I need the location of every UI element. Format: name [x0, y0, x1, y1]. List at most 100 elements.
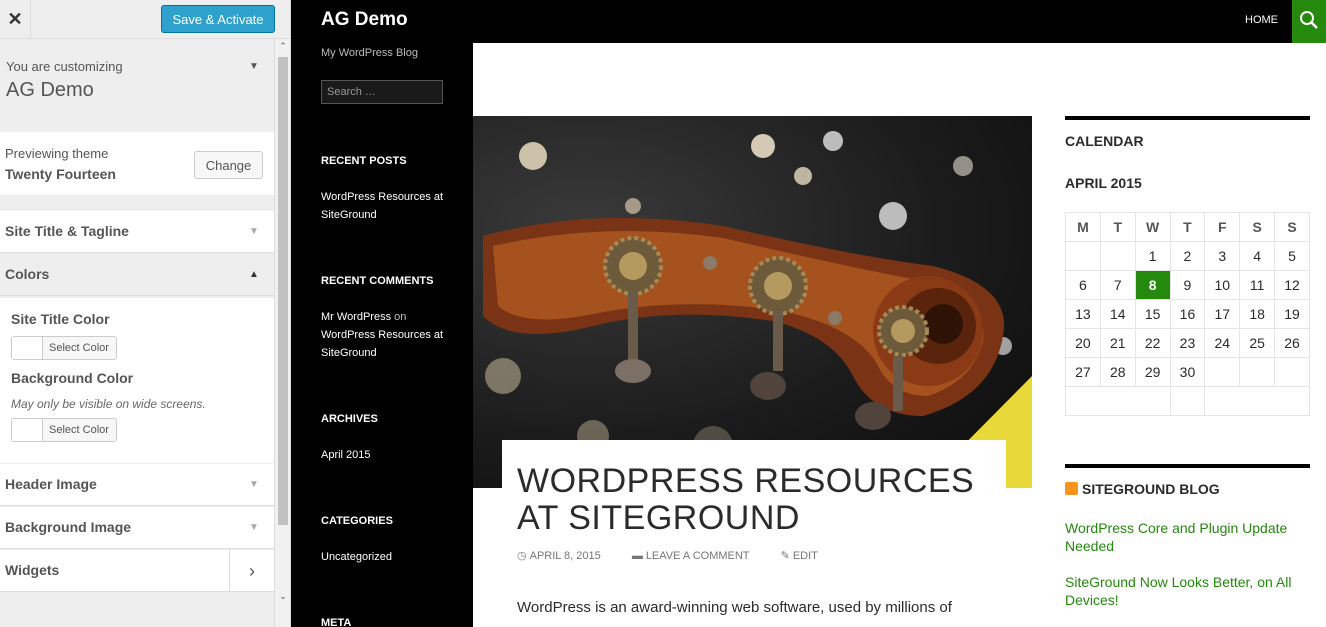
calendar-day: 29	[1134, 357, 1171, 387]
background-color-description: May only be visible on wide screens.	[11, 397, 206, 411]
recent-post-link[interactable]: WordPress Resources at SiteGround	[321, 188, 451, 224]
color-swatch	[12, 419, 43, 441]
rss-icon[interactable]	[1065, 482, 1078, 495]
comment-on-label: on	[394, 311, 407, 323]
caret-down-icon: ▼	[249, 479, 259, 490]
scrollbar-thumb[interactable]	[278, 57, 288, 525]
customizing-label: You are customizing	[6, 59, 123, 74]
calendar-day: 12	[1274, 270, 1310, 300]
change-theme-button[interactable]: Change	[194, 151, 263, 179]
caret-down-icon[interactable]: ▼	[249, 61, 259, 72]
calendar-week-row: 6 7 8 9 10 11 12	[1065, 270, 1310, 300]
weekday-cell: T	[1169, 212, 1206, 242]
section-background-image[interactable]: Background Image ▼	[0, 507, 274, 549]
calendar-day: 21	[1099, 328, 1136, 358]
calendar-day	[1239, 357, 1276, 387]
calendar-week-row: 1 2 3 4 5	[1065, 241, 1310, 271]
calendar-day: 1	[1134, 241, 1171, 271]
site-sidebar: AG Demo My WordPress Blog Search … RECEN…	[291, 0, 473, 627]
section-widgets[interactable]: Widgets ›	[0, 550, 274, 592]
archive-link[interactable]: April 2015	[321, 446, 451, 464]
theme-name: Twenty Fourteen	[5, 166, 116, 182]
scroll-up-icon[interactable]: ⌃	[278, 41, 288, 52]
caret-up-icon: ▲	[249, 269, 259, 280]
calendar-day	[1274, 357, 1310, 387]
calendar-day: 18	[1239, 299, 1276, 329]
calendar-widget-title: CALENDAR	[1065, 133, 1144, 149]
nav-home-link[interactable]: HOME	[1245, 14, 1278, 26]
customizer-header: ✕ Save & Activate	[0, 0, 290, 39]
calendar-day: 22	[1134, 328, 1171, 358]
section-label: Site Title & Tagline	[5, 223, 129, 239]
calendar-day: 20	[1065, 328, 1101, 358]
post-title[interactable]: WORDPRESS RESOURCES AT SITEGROUND	[517, 463, 987, 537]
archives-title: ARCHIVES	[321, 413, 378, 425]
save-activate-button[interactable]: Save & Activate	[161, 5, 275, 33]
calendar-day: 19	[1274, 299, 1310, 329]
sidebar-search-input[interactable]: Search …	[321, 80, 443, 104]
calendar-day: 3	[1204, 241, 1241, 271]
section-site-title-tagline[interactable]: Site Title & Tagline ▼	[0, 211, 274, 253]
comment-author-link[interactable]: Mr WordPress	[321, 311, 391, 323]
calendar-pad-cell	[1169, 386, 1206, 416]
widget-divider	[1065, 116, 1310, 120]
recent-comment-item: Mr WordPress on WordPress Resources at S…	[321, 308, 451, 362]
calendar-day: 10	[1204, 270, 1241, 300]
section-label: Colors	[5, 266, 50, 282]
calendar-day: 7	[1099, 270, 1136, 300]
calendar-day: 28	[1099, 357, 1136, 387]
section-label: Header Image	[5, 476, 97, 492]
search-toggle-button[interactable]	[1292, 0, 1326, 43]
site-title-color-picker[interactable]: Select Color	[11, 336, 117, 360]
siteground-blog-title[interactable]: SITEGROUND BLOG	[1082, 481, 1220, 497]
featured-image[interactable]	[473, 116, 1032, 488]
customizing-info[interactable]: You are customizing AG Demo ▼	[0, 55, 274, 117]
colors-controls: Site Title Color Select Color Background…	[0, 298, 274, 463]
calendar-month: APRIL 2015	[1065, 175, 1142, 191]
calendar-table: M T W T F S S 1 2 3 4 5 6 7 8 9 10 11 12	[1065, 212, 1310, 416]
blog-link[interactable]: SiteGround Now Looks Better, on All Devi…	[1065, 573, 1310, 609]
blog-link[interactable]: WordPress Core and Plugin Update Needed	[1065, 519, 1310, 555]
select-color-label: Select Color	[49, 424, 109, 436]
chevron-right-icon[interactable]: ›	[229, 550, 274, 592]
section-header-image[interactable]: Header Image ▼	[0, 464, 274, 506]
calendar-day	[1099, 241, 1136, 271]
section-colors[interactable]: Colors ▲	[0, 254, 274, 296]
color-swatch	[12, 337, 43, 359]
calendar-day	[1065, 241, 1101, 271]
weekday-cell: T	[1099, 212, 1136, 242]
post-date: APRIL 8, 2015	[529, 550, 601, 562]
pencil-icon: ✎	[780, 550, 790, 562]
calendar-day: 26	[1274, 328, 1310, 358]
comment-post-link[interactable]: WordPress Resources at SiteGround	[321, 329, 443, 359]
clock-icon: ◷	[517, 550, 527, 562]
edit-link[interactable]: ✎ EDIT	[781, 550, 832, 562]
meta-title: META	[321, 617, 352, 627]
weekday-cell: F	[1204, 212, 1241, 242]
site-header: HOME	[473, 0, 1326, 43]
leave-comment-label: LEAVE A COMMENT	[645, 550, 750, 562]
background-color-label: Background Color	[11, 370, 134, 386]
calendar-day-today[interactable]: 8	[1134, 270, 1171, 300]
background-color-picker[interactable]: Select Color	[11, 418, 117, 442]
weekday-cell: S	[1274, 212, 1310, 242]
calendar-day: 15	[1134, 299, 1171, 329]
site-title-color-label: Site Title Color	[11, 311, 110, 327]
site-title[interactable]: AG Demo	[321, 9, 408, 31]
close-icon[interactable]: ✕	[0, 0, 31, 38]
customizer-scrollbar[interactable]: ⌃ ⌄	[274, 39, 290, 627]
weekday-cell: W	[1134, 212, 1171, 242]
calendar-prev-cell	[1065, 386, 1171, 416]
categories-title: CATEGORIES	[321, 515, 393, 527]
caret-down-icon: ▼	[249, 522, 259, 533]
calendar-day: 24	[1204, 328, 1241, 358]
calendar-week-row: 13 14 15 16 17 18 19	[1065, 299, 1310, 329]
calendar-day: 5	[1274, 241, 1310, 271]
weekday-cell: S	[1239, 212, 1276, 242]
leave-comment-link[interactable]: ▬ LEAVE A COMMENT	[632, 550, 764, 562]
category-link[interactable]: Uncategorized	[321, 548, 451, 566]
scroll-down-icon[interactable]: ⌄	[278, 591, 288, 602]
recent-comments-title: RECENT COMMENTS	[321, 275, 434, 287]
post-date-link[interactable]: ◷ APRIL 8, 2015	[517, 550, 615, 562]
calendar-day: 2	[1169, 241, 1206, 271]
